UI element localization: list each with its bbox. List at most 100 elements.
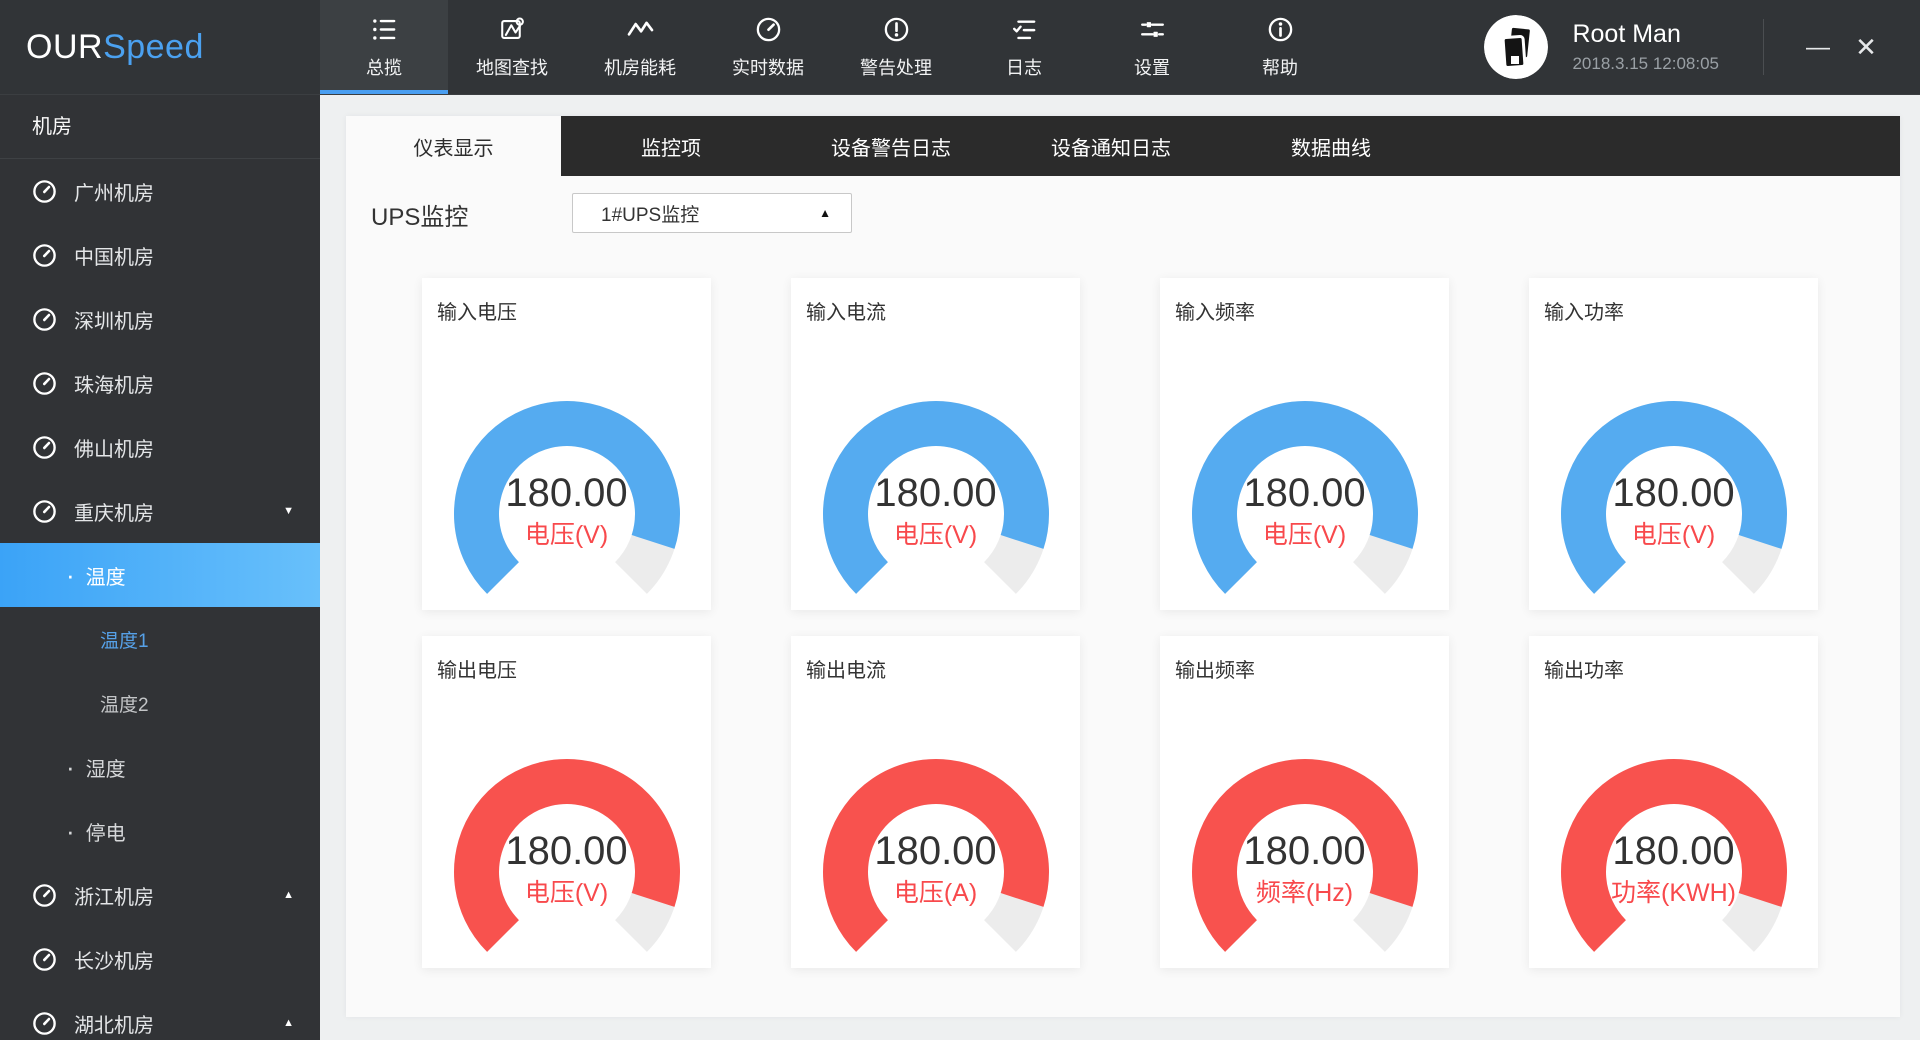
gauge-value: 180.00 — [821, 829, 1051, 874]
sidebar-item-guangzhou[interactable]: 广州机房 — [0, 159, 320, 223]
sidebar-item-foshan[interactable]: 佛山机房 — [0, 415, 320, 479]
nav-item-overview[interactable]: 总揽 — [320, 0, 448, 94]
gauge-card: 输入功率 180.00电压(V) — [1529, 278, 1818, 610]
caret-down-icon: ▼ — [283, 505, 294, 517]
gauge-value: 180.00 — [452, 471, 682, 516]
sidebar-item-label: 深圳机房 — [74, 305, 154, 334]
content-panel: 仪表显示监控项设备警告日志设备通知日志数据曲线 UPS监控 1#UPS监控 ▲ … — [346, 116, 1900, 1017]
sidebar-item-label: 长沙机房 — [74, 945, 154, 974]
sidebar-item-temperature-2[interactable]: 温度2 — [0, 671, 320, 735]
nav-item-alert-handling[interactable]: 警告处理 — [832, 0, 960, 94]
sidebar: 机房 广州机房中国机房深圳机房珠海机房佛山机房重庆机房▼·温度温度1温度2·湿度… — [0, 95, 320, 1040]
gauge-title: 输入电流 — [791, 278, 1080, 325]
nav-label: 机房能耗 — [604, 54, 676, 80]
tab-gauge-display[interactable]: 仪表显示 — [346, 116, 561, 176]
sidebar-item-changsha[interactable]: 长沙机房 — [0, 927, 320, 991]
gauge-title: 输入电压 — [422, 278, 711, 325]
sidebar-item-label: 浙江机房 — [74, 881, 154, 910]
nav-item-settings[interactable]: 设置 — [1088, 0, 1216, 94]
nav-item-realtime-data[interactable]: 实时数据 — [704, 0, 832, 94]
nav-label: 设置 — [1134, 54, 1170, 80]
gauge-title: 输出电压 — [422, 636, 711, 683]
top-bar: OURSpeed 总揽 地图查找 机房能耗 实时数据警告处理日志 设置 帮助 Root M… — [0, 0, 1920, 95]
pulse-icon — [625, 15, 655, 45]
user-meta: Root Man 2018.3.15 12:08:05 — [1572, 20, 1719, 74]
tab-device-alert-log[interactable]: 设备警告日志 — [781, 116, 1001, 176]
gauge: 180.00功率(KWH) — [1559, 757, 1789, 957]
datetime: 2018.3.15 12:08:05 — [1572, 54, 1719, 74]
gauge-title: 输出频率 — [1160, 636, 1449, 683]
gauge-value: 180.00 — [1559, 471, 1789, 516]
section-label: UPS监控 — [371, 197, 468, 232]
sidebar-item-power-off[interactable]: ·停电 — [0, 799, 320, 863]
brand-primary: OUR — [26, 28, 103, 67]
gauge-unit-label: 频率(Hz) — [1190, 873, 1420, 909]
speedometer-icon — [753, 15, 783, 45]
nav-label: 总揽 — [366, 54, 402, 80]
gauge-title: 输入频率 — [1160, 278, 1449, 325]
tab-device-notice-log[interactable]: 设备通知日志 — [1001, 116, 1221, 176]
caret-up-icon: ▲ — [283, 1017, 294, 1029]
gauge-title: 输出电流 — [791, 636, 1080, 683]
app-window: OURSpeed 总揽 地图查找 机房能耗 实时数据警告处理日志 设置 帮助 Root M… — [0, 0, 1920, 1040]
caret-up-icon: ▲ — [283, 889, 294, 901]
gauge-value: 180.00 — [1190, 471, 1420, 516]
nav-label: 帮助 — [1262, 54, 1298, 80]
gauge-icon — [31, 946, 58, 973]
gauge-value: 180.00 — [821, 471, 1051, 516]
gauge-title: 输入功率 — [1529, 278, 1818, 325]
sidebar-item-chongqing[interactable]: 重庆机房▼ — [0, 479, 320, 543]
gauge: 180.00电压(A) — [821, 757, 1051, 957]
gauge-card: 输出频率180.00频率(Hz) — [1160, 636, 1449, 968]
caret-up-icon: ▲ — [819, 206, 831, 220]
sidebar-item-zhuhai[interactable]: 珠海机房 — [0, 351, 320, 415]
sidebar-item-shenzhen[interactable]: 深圳机房 — [0, 287, 320, 351]
sidebar-item-label: 珠海机房 — [74, 369, 154, 398]
gauge-icon — [31, 306, 58, 333]
sidebar-item-label: 广州机房 — [74, 177, 154, 206]
gauge-unit-label: 电压(A) — [821, 873, 1051, 909]
sidebar-item-list: 广州机房中国机房深圳机房珠海机房佛山机房重庆机房▼·温度温度1温度2·湿度·停电… — [0, 159, 320, 1040]
list-icon — [369, 15, 399, 45]
alert-icon — [881, 15, 911, 45]
nav-item-map-search[interactable]: 地图查找 — [448, 0, 576, 94]
avatar[interactable] — [1484, 15, 1548, 79]
user-area: Root Man 2018.3.15 12:08:05 — ✕ — [1484, 0, 1920, 94]
brand-accent: Speed — [103, 28, 204, 67]
gauge-card-grid: 输入电压180.00电压(V)输入电流180.00电压(V)输入频率180.00… — [422, 278, 1818, 968]
main-area: 仪表显示监控项设备警告日志设备通知日志数据曲线 UPS监控 1#UPS监控 ▲ … — [320, 95, 1920, 1040]
gauge-value: 180.00 — [1559, 829, 1789, 874]
log-icon — [1009, 15, 1039, 45]
tab-data-curve[interactable]: 数据曲线 — [1221, 116, 1441, 176]
device-select-value: 1#UPS监控 — [601, 200, 699, 227]
sidebar-item-china[interactable]: 中国机房 — [0, 223, 320, 287]
sidebar-item-zhejiang[interactable]: 浙江机房 ▲ — [0, 863, 320, 927]
tab-monitor-items[interactable]: 监控项 — [561, 116, 781, 176]
gauge-icon — [31, 242, 58, 269]
gauge-card: 输出功率 180.00功率(KWH) — [1529, 636, 1818, 968]
device-select[interactable]: 1#UPS监控 ▲ — [572, 193, 852, 233]
nav-item-help[interactable]: 帮助 — [1216, 0, 1344, 94]
minimize-button[interactable]: — — [1794, 0, 1842, 95]
nav-item-room-energy[interactable]: 机房能耗 — [576, 0, 704, 94]
nav-label: 日志 — [1006, 54, 1042, 80]
gauge-title: 输出功率 — [1529, 636, 1818, 683]
close-button[interactable]: ✕ — [1842, 0, 1890, 95]
sidebar-item-label: 湿度 — [86, 753, 126, 782]
sidebar-item-label: 温度 — [86, 561, 126, 590]
sidebar-item-humidity[interactable]: ·湿度 — [0, 735, 320, 799]
sidebar-item-hubei[interactable]: 湖北机房▲ — [0, 991, 320, 1040]
nav-item-logs[interactable]: 日志 — [960, 0, 1088, 94]
tab-bar-filler — [1441, 116, 1900, 176]
nav-label: 地图查找 — [476, 54, 548, 80]
sidebar-item-temperature[interactable]: ·温度 — [0, 543, 320, 607]
gauge-unit-label: 电压(V) — [452, 515, 682, 551]
gauge-card: 输入频率180.00电压(V) — [1160, 278, 1449, 610]
gauge-icon — [31, 370, 58, 397]
gauge-unit-label: 功率(KWH) — [1559, 873, 1789, 909]
info-icon — [1265, 15, 1295, 45]
gauge-unit-label: 电压(V) — [452, 873, 682, 909]
gauge: 180.00电压(V) — [1559, 399, 1789, 599]
sidebar-item-label: 停电 — [86, 817, 126, 846]
sidebar-item-temperature-1[interactable]: 温度1 — [0, 607, 320, 671]
